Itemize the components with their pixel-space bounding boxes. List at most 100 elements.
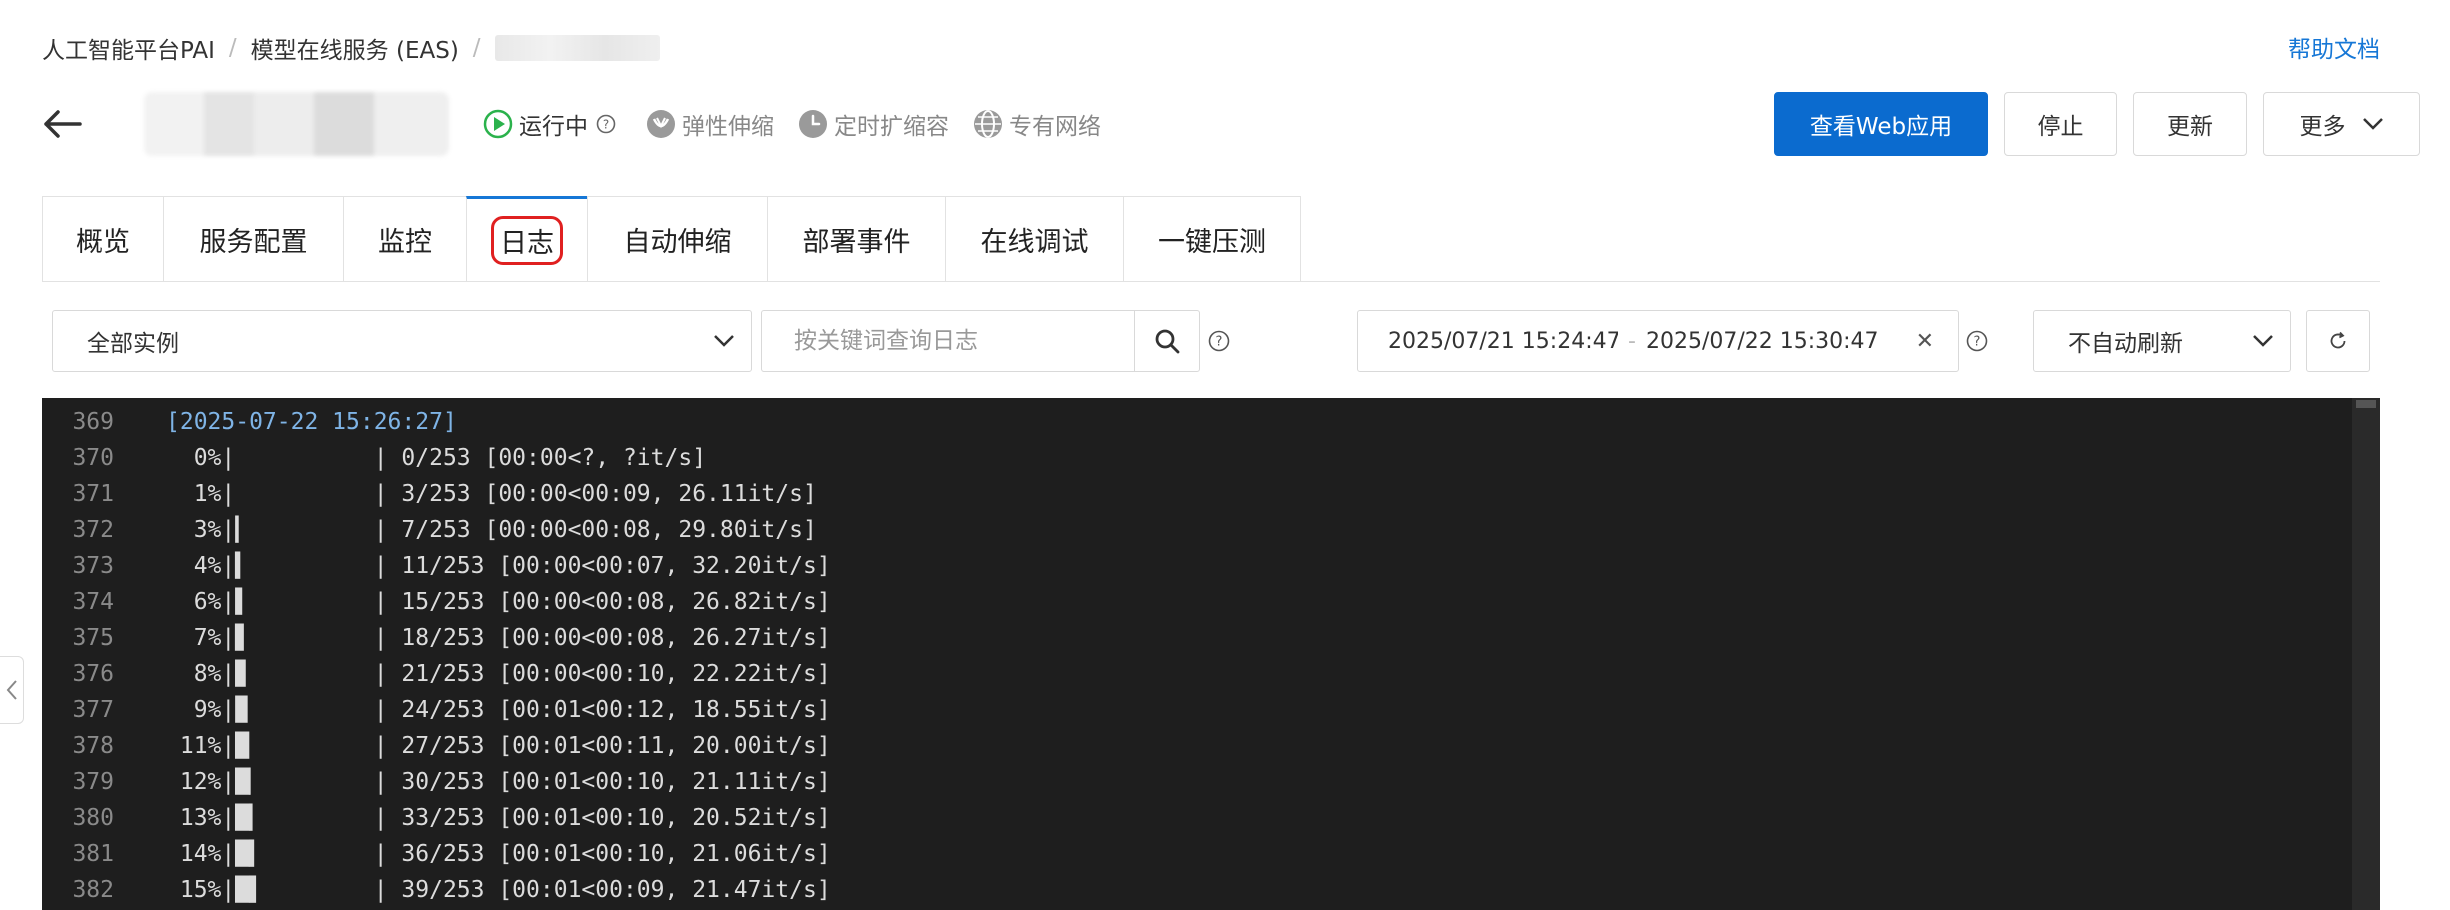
log-line-text: [2025-07-22 15:26:27] [166,409,457,435]
log-line-number: 374 [72,589,114,615]
log-line-text: 14%|█▍ | 36/253 [00:01<00:10, 21.06it/s] [166,841,831,867]
chevron-down-icon [2362,118,2383,130]
log-line-number: 375 [72,625,114,651]
search-icon [1155,329,1180,354]
back-button[interactable] [40,102,84,146]
log-line-number: 378 [72,733,114,759]
status-vpc: 专有网络 [973,107,1101,141]
tab-label: 监控 [378,226,432,258]
breadcrumb-item-pai[interactable]: 人工智能平台PAI [42,31,215,65]
breadcrumb: 人工智能平台PAI / 模型在线服务 (EAS) / [42,32,660,64]
log-line: 380 13%|█▎ | 33/253 [00:01<00:10, 20.52i… [42,800,2348,836]
log-line-number: 371 [72,481,114,507]
tab-overview[interactable]: 概览 [42,196,163,282]
log-filter-bar: 全部实例 ? 2025/07/21 15:24:47 - 2025/07/22 … [52,310,2380,372]
more-button[interactable]: 更多 [2263,92,2420,156]
tab-autoscaling[interactable]: 自动伸缩 [587,196,767,282]
log-line: 376 8%|▊ | 21/253 [00:00<00:10, 22.22it/… [42,656,2348,692]
tab-stress-test[interactable]: 一键压测 [1123,196,1301,282]
clock-icon [799,110,827,138]
status-elastic: 弹性伸缩 [646,107,774,141]
log-line-number: 380 [72,805,114,831]
svg-text:?: ? [1974,335,1981,350]
status-running: 运行中 ? [483,107,622,141]
log-line-text: 6%|▌ | 15/253 [00:00<00:08, 26.82it/s] [166,589,831,615]
status-running-label: 运行中 [519,114,588,140]
log-line: 375 7%|▋ | 18/253 [00:00<00:08, 26.27it/… [42,620,2348,656]
log-scroll-thumb[interactable] [2356,400,2376,408]
log-line-text: 4%|▍ | 11/253 [00:00<00:07, 32.20it/s] [166,553,831,579]
tab-monitoring[interactable]: 监控 [343,196,466,282]
svg-text:?: ? [1216,335,1223,350]
service-name-redacted [144,92,449,156]
log-line-number: 372 [72,517,114,543]
side-panel-toggle[interactable] [0,656,24,724]
update-button[interactable]: 更新 [2133,92,2247,156]
log-line-text: 8%|▊ | 21/253 [00:00<00:10, 22.22it/s] [166,661,831,687]
log-line-text: 9%|▉ | 24/253 [00:01<00:12, 18.55it/s] [166,697,831,723]
chevron-down-icon [714,335,734,347]
log-line-number: 382 [72,877,114,903]
status-elastic-label: 弹性伸缩 [682,114,774,140]
log-line-number: 370 [72,445,114,471]
tab-service-config[interactable]: 服务配置 [163,196,343,282]
log-line-text: 15%|█▌ | 39/253 [00:01<00:09, 21.47it/s] [166,877,831,903]
question-icon[interactable]: ? [1208,330,1230,352]
log-line-text: 7%|▋ | 18/253 [00:00<00:08, 26.27it/s] [166,625,831,651]
auto-refresh-value: 不自动刷新 [2068,331,2183,357]
breadcrumb-item-eas[interactable]: 模型在线服务 (EAS) [251,31,459,65]
refresh-button[interactable] [2306,310,2370,372]
refresh-icon [2330,331,2346,349]
log-line: 371 1%| | 3/253 [00:00<00:09, 26.11it/s] [42,476,2348,512]
log-line-number: 381 [72,841,114,867]
log-line-text: 3%|▎ | 7/253 [00:00<00:08, 29.80it/s] [166,517,817,543]
status-scheduled: 定时扩缩容 [798,107,949,141]
log-line-text: 13%|█▎ | 33/253 [00:01<00:10, 20.52it/s] [166,805,831,831]
log-line-text: 1%| | 3/253 [00:00<00:09, 26.11it/s] [166,481,817,507]
more-button-label: 更多 [2299,114,2346,140]
search-button[interactable] [1134,310,1200,372]
tab-deploy-events[interactable]: 部署事件 [767,196,945,282]
tab-logs[interactable]: 日志 [466,196,587,282]
help-docs-link[interactable]: 帮助文档 [2288,30,2380,64]
log-line: 374 6%|▌ | 15/253 [00:00<00:08, 26.82it/… [42,584,2348,620]
tab-label: 部署事件 [802,226,911,258]
tab-label: 自动伸缩 [623,226,732,258]
log-line-number: 379 [72,769,114,795]
date-separator: - [1628,328,1636,354]
instance-select[interactable]: 全部实例 [52,310,752,372]
auto-refresh-select[interactable]: 不自动刷新 [2033,310,2291,372]
log-line-number: 373 [72,553,114,579]
log-line-number: 377 [72,697,114,723]
view-web-app-button[interactable]: 查看Web应用 [1774,92,1988,156]
elastic-icon [647,110,675,138]
log-line: 379 12%|█▏ | 30/253 [00:01<00:10, 21.11i… [42,764,2348,800]
tab-online-debug[interactable]: 在线调试 [945,196,1123,282]
svg-text:?: ? [603,118,609,132]
tab-label: 服务配置 [199,226,308,258]
question-icon[interactable]: ? [1966,330,1988,352]
status-scheduled-label: 定时扩缩容 [834,114,949,140]
date-end: 2025/07/22 15:30:47 [1645,328,1879,354]
log-line: 370 0%| | 0/253 [00:00<?, ?it/s] [42,440,2348,476]
breadcrumb-separator: / [472,35,481,61]
log-line-text: 12%|█▏ | 30/253 [00:01<00:10, 21.11it/s] [166,769,831,795]
service-header: 运行中 ? 弹性伸缩 定时扩缩容 专有网络 查看Web应用 停止 更新 更多 [40,88,2420,160]
tab-label: 日志 [491,215,563,265]
log-line-number: 376 [72,661,114,687]
close-icon[interactable]: ✕ [1916,329,1934,354]
log-lines: 369 [2025-07-22 15:26:27] 370 0%| | 0/253 … [42,398,2348,908]
tab-label: 概览 [76,226,130,258]
play-circle-icon [483,109,513,139]
question-icon[interactable]: ? [596,114,616,134]
log-search-input[interactable] [761,310,1134,372]
header-actions: 查看Web应用 停止 更新 更多 [1758,92,2420,156]
stop-button[interactable]: 停止 [2004,92,2117,156]
log-line: 373 4%|▍ | 11/253 [00:00<00:07, 32.20it/… [42,548,2348,584]
log-line: 382 15%|█▌ | 39/253 [00:01<00:09, 21.47i… [42,872,2348,908]
date-range-picker[interactable]: 2025/07/21 15:24:47 - 2025/07/22 15:30:4… [1357,310,1959,372]
log-line: 381 14%|█▍ | 36/253 [00:01<00:10, 21.06i… [42,836,2348,872]
tab-label: 在线调试 [980,226,1089,258]
network-globe-icon [974,110,1002,138]
log-scrollbar[interactable] [2352,398,2380,910]
